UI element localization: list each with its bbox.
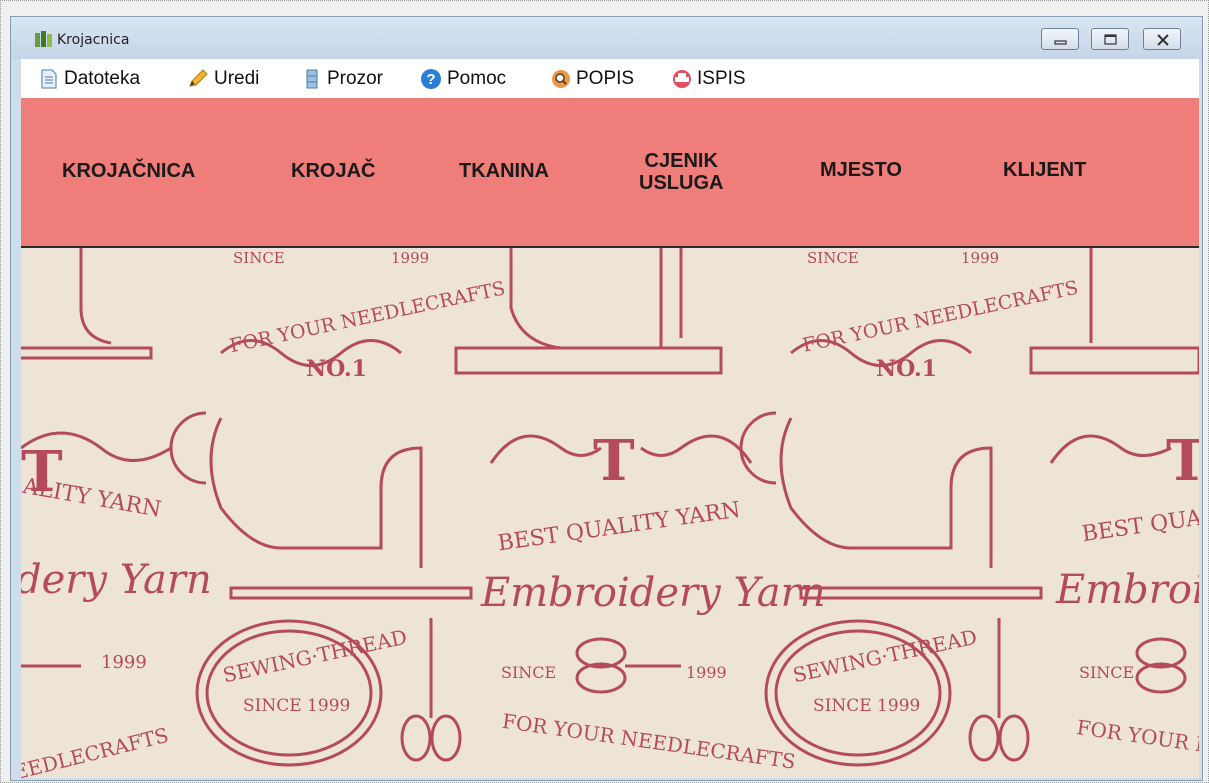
bg-since-3: SINCE: [501, 663, 556, 682]
bg-year-3: 1999: [101, 652, 147, 673]
bg-needlecrafts-2: FOR YOUR NEEDLECRAFTS: [801, 277, 1081, 357]
close-icon: [1157, 34, 1169, 46]
sewing-pattern-illustration: SINCE 1999 SINCE 1999 FOR YOUR NEEDLECRA…: [21, 248, 1199, 778]
svg-text:?: ?: [426, 71, 435, 88]
bg-eedlecrafts: EEDLECRAFTS: [21, 723, 171, 778]
nav-cjenik-line1: CJENIK: [644, 150, 718, 172]
bg-year-1: 1999: [391, 249, 429, 267]
bg-no1-2: NO.1: [876, 356, 937, 382]
bg-since-2: SINCE: [807, 249, 859, 267]
bg-best-quali: BEST QUALI: [1080, 502, 1199, 547]
close-button[interactable]: [1143, 28, 1181, 50]
menu-label: Pomoc: [447, 68, 507, 89]
menu-popis[interactable]: POPIS: [551, 68, 634, 90]
minimize-button[interactable]: [1041, 28, 1079, 50]
background-pattern: SINCE 1999 SINCE 1999 FOR YOUR NEEDLECRA…: [21, 248, 1199, 778]
help-icon: ?: [421, 69, 441, 89]
bg-t-letter-3: T: [1166, 428, 1199, 494]
restore-icon: [1104, 34, 1117, 45]
bg-embroide: Embroide: [1055, 567, 1199, 613]
bg-for-your-nee: FOR YOUR NEE: [1075, 715, 1199, 762]
search-icon: [552, 70, 570, 88]
menu-label: ISPIS: [697, 68, 746, 89]
app-window: Krojacnica Datoteka Uredi Prozor ? Pomoc…: [10, 16, 1203, 781]
bg-no1-1: NO.1: [306, 356, 367, 382]
bg-best-quality: BEST QUALITY YARN: [496, 498, 742, 557]
menu-pomoc[interactable]: ? Pomoc: [420, 68, 506, 90]
nav-krojac[interactable]: KROJAČ: [291, 160, 375, 182]
bg-embroidery: Embroidery Yarn: [480, 570, 825, 616]
menu-datoteka[interactable]: Datoteka: [39, 68, 140, 90]
nav-cjenik-usluga[interactable]: CJENIK USLUGA: [639, 150, 723, 194]
bg-since-4: SINCE: [1079, 663, 1134, 682]
bg-needlecrafts-3: FOR YOUR NEEDLECRAFTS: [501, 709, 797, 774]
nav-klijent[interactable]: KLIJENT: [1003, 159, 1086, 181]
menu-label: Prozor: [327, 68, 383, 89]
bg-year-2: 1999: [961, 249, 999, 267]
menu-ispis[interactable]: ISPIS: [672, 68, 746, 90]
window-title: Krojacnica: [57, 32, 130, 48]
nav-tkanina[interactable]: TKANINA: [459, 160, 549, 182]
menu-label: Uredi: [214, 68, 260, 89]
nav-cjenik-line2: USLUGA: [639, 172, 724, 194]
nav-mjesto[interactable]: MJESTO: [820, 159, 902, 181]
nav-krojacnica[interactable]: KROJAČNICA: [62, 160, 195, 182]
bg-since-1: SINCE: [233, 249, 285, 267]
bg-needlecrafts-1: FOR YOUR NEEDLECRAFTS: [228, 277, 508, 357]
pencil-icon: [189, 69, 208, 87]
maximize-button[interactable]: [1091, 28, 1129, 50]
bg-dery-yarn: dery Yarn: [21, 557, 212, 603]
bg-ality-yarn: ALITY YARN: [21, 474, 163, 523]
app-books-icon: [35, 31, 52, 47]
bg-since-1999-1: SINCE 1999: [243, 696, 350, 716]
title-bar[interactable]: Krojacnica: [11, 17, 1202, 59]
bg-t-letter-2: T: [593, 428, 635, 494]
bg-year-4: 1999: [686, 663, 727, 682]
window-icon: [306, 69, 318, 89]
printer-icon: [673, 70, 691, 88]
menu-prozor[interactable]: Prozor: [302, 68, 383, 90]
main-nav: KROJAČNICA KROJAČ TKANINA CJENIK USLUGA …: [21, 98, 1199, 248]
menu-bar: Datoteka Uredi Prozor ? Pomoc POPIS ISPI…: [21, 59, 1199, 98]
bg-since-1999-2: SINCE 1999: [813, 696, 920, 716]
menu-uredi[interactable]: Uredi: [187, 68, 259, 90]
menu-label: POPIS: [576, 68, 635, 89]
minimize-icon: [1054, 40, 1067, 45]
menu-label: Datoteka: [64, 68, 141, 89]
document-icon: [41, 69, 57, 89]
